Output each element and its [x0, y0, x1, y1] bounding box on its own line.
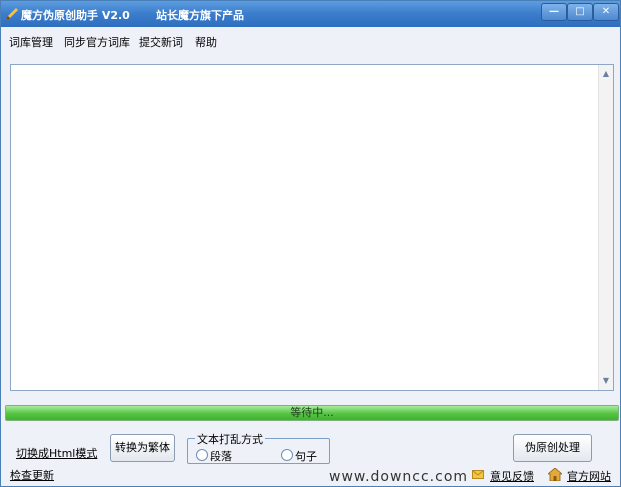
radio-paragraph-label: 段落 [210, 450, 232, 463]
convert-traditional-button[interactable]: 转换为繁体 [110, 434, 175, 462]
envelope-icon [472, 470, 484, 479]
pseudo-original-process-button[interactable]: 伪原创处理 [513, 434, 592, 462]
menu-item-lexicon[interactable]: 词库管理 [9, 34, 53, 50]
maximize-button[interactable]: □ [567, 3, 593, 21]
official-site-link[interactable]: 官方网站 [567, 468, 611, 484]
watermark-text: www.downcc.com [329, 469, 469, 485]
title-bar[interactable]: 魔方伪原创助手 V2.0 站长魔方旗下产品 — □ ✕ [1, 1, 620, 27]
radio-circle-icon [281, 449, 293, 461]
feedback-link[interactable]: 意见反馈 [490, 468, 534, 484]
radio-paragraph[interactable]: 段落 [196, 448, 232, 464]
radio-sentence[interactable]: 句子 [281, 448, 317, 464]
close-button[interactable]: ✕ [593, 3, 619, 21]
menu-bar: 词库管理 同步官方词库 提交新词 帮助 [1, 28, 620, 54]
scroll-down-icon[interactable]: ▼ [599, 374, 613, 388]
check-update-link[interactable]: 检查更新 [10, 467, 54, 483]
vertical-scrollbar[interactable]: ▲ ▼ [598, 65, 613, 390]
menu-item-help[interactable]: 帮助 [195, 34, 217, 50]
progress-bar: 等待中... [5, 405, 619, 421]
switch-html-mode-link[interactable]: 切换成Html模式 [16, 445, 97, 461]
home-icon [548, 468, 562, 481]
pencil-icon [5, 7, 19, 21]
progress-label: 等待中... [290, 406, 334, 419]
minimize-button[interactable]: — [541, 3, 567, 21]
main-window: 魔方伪原创助手 V2.0 站长魔方旗下产品 — □ ✕ 词库管理 同步官方词库 … [0, 0, 621, 487]
menu-item-sync-lexicon[interactable]: 同步官方词库 [64, 34, 130, 50]
window-title: 魔方伪原创助手 V2.0 [21, 9, 130, 22]
radio-circle-icon [196, 449, 208, 461]
scramble-mode-group: 文本打乱方式 段落 句子 [187, 431, 330, 464]
menu-item-submit-words[interactable]: 提交新词 [139, 34, 183, 50]
radio-sentence-label: 句子 [295, 450, 317, 463]
scroll-up-icon[interactable]: ▲ [599, 67, 613, 81]
window-subtitle: 站长魔方旗下产品 [156, 9, 244, 22]
text-editor[interactable]: ▲ ▼ [10, 64, 614, 391]
scramble-mode-legend: 文本打乱方式 [195, 431, 265, 447]
